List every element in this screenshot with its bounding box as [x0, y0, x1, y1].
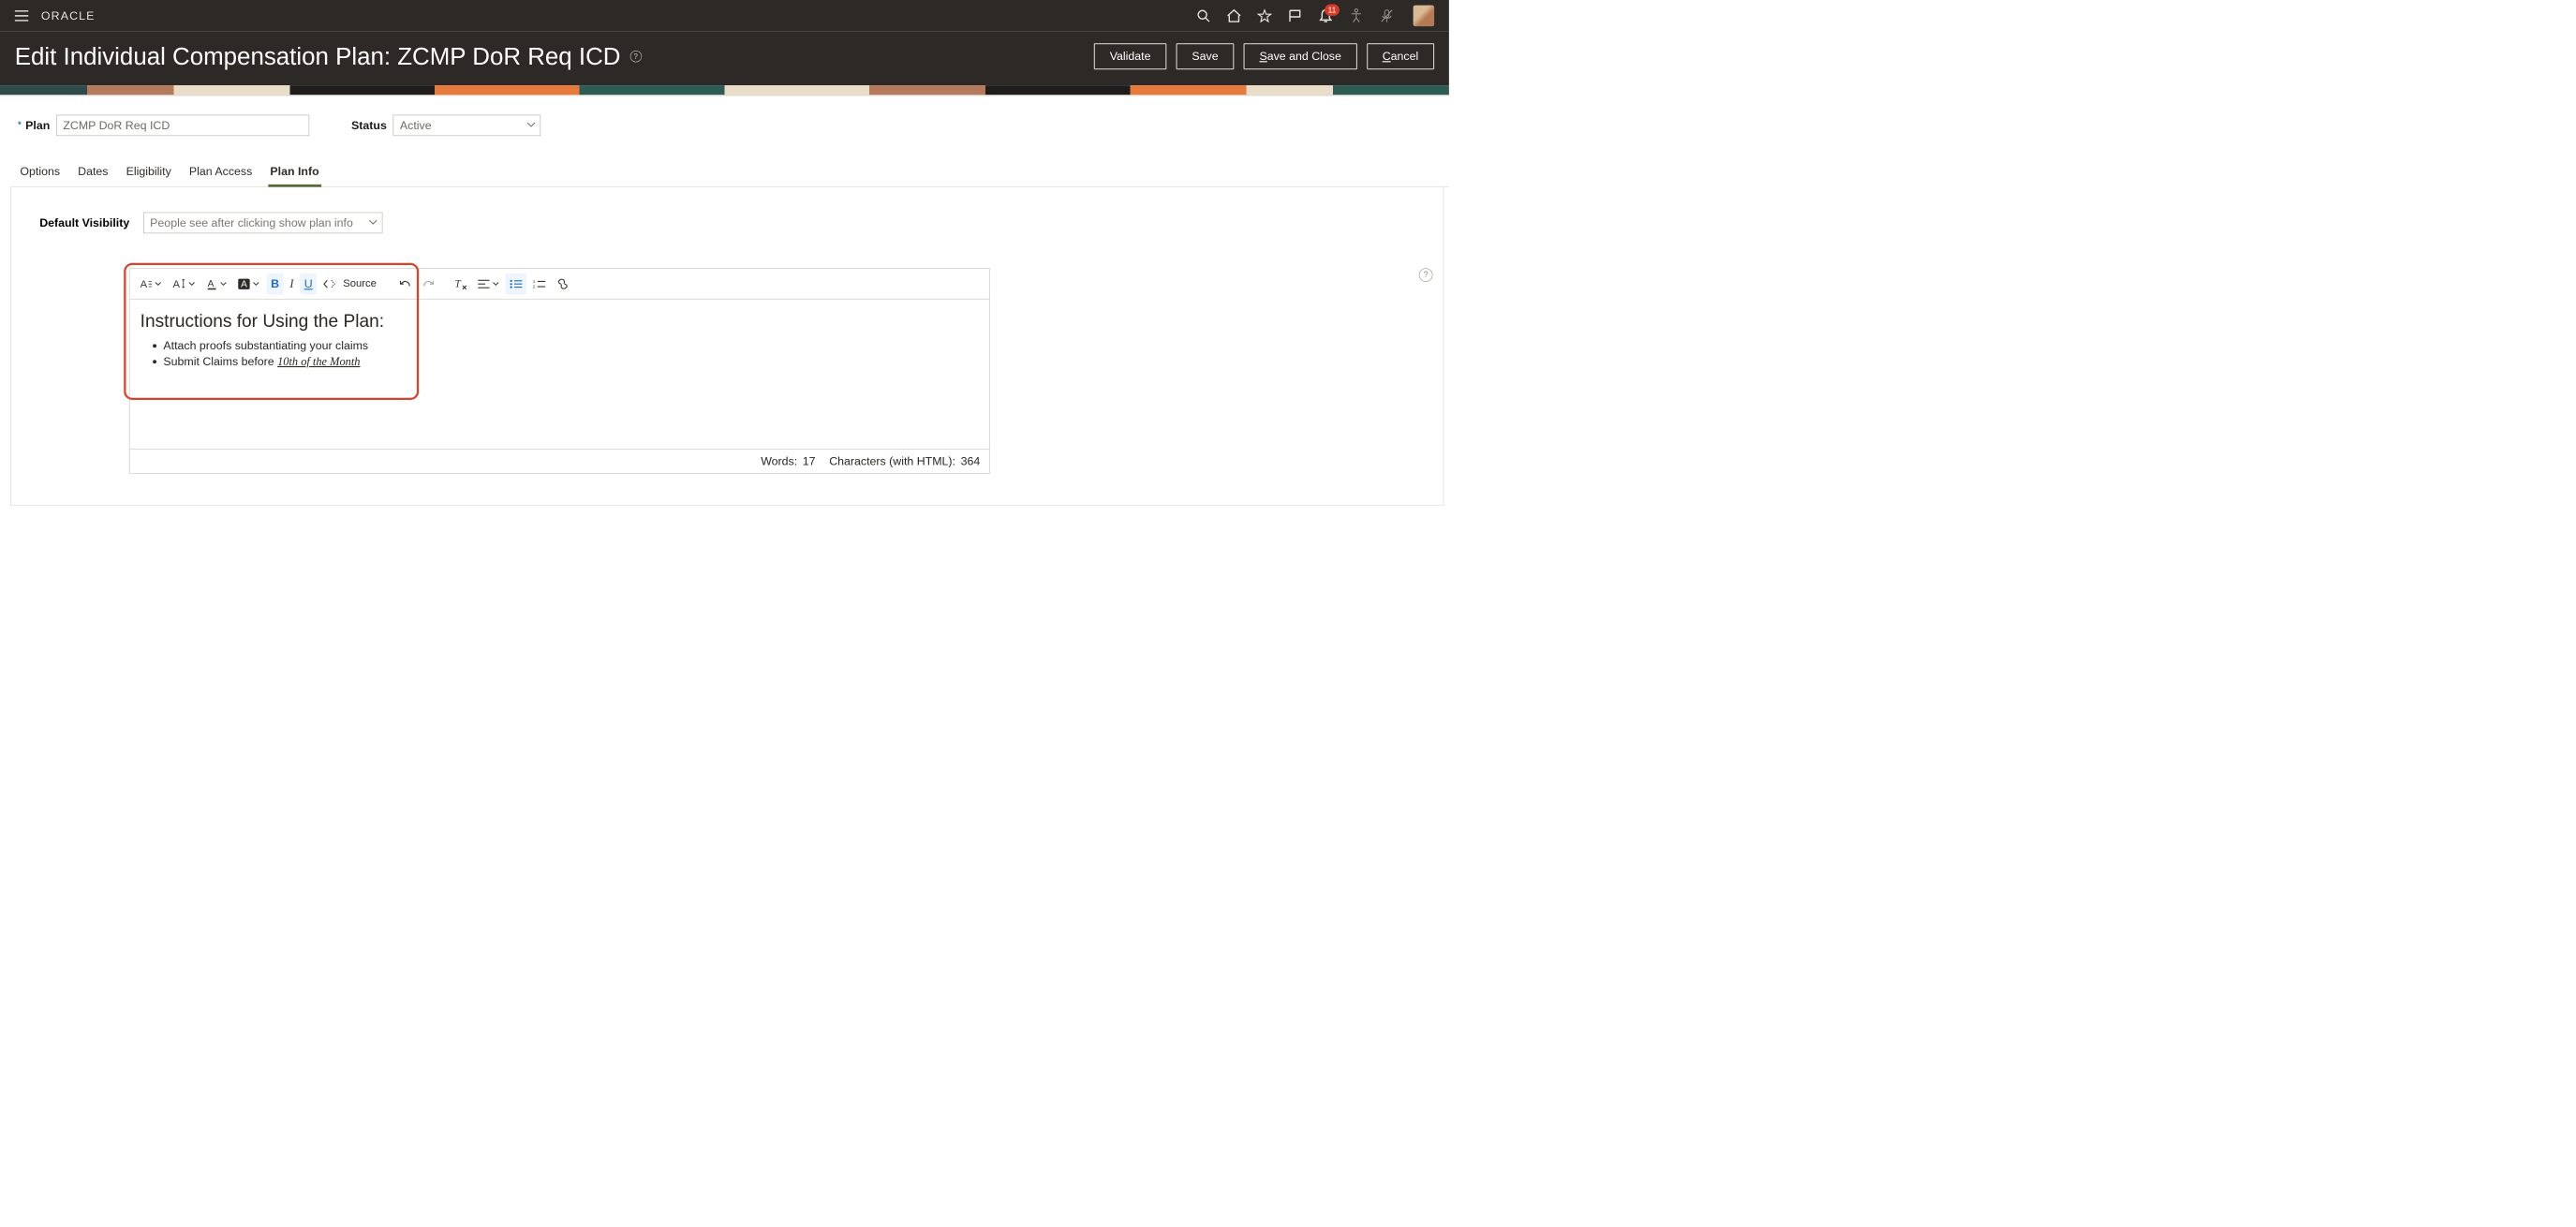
- editor-status-bar: Words: 17 Characters (with HTML): 364: [129, 449, 989, 473]
- save-and-close-button[interactable]: Save and Close: [1244, 43, 1357, 69]
- plan-input[interactable]: [56, 115, 309, 137]
- tab-options[interactable]: Options: [18, 160, 62, 186]
- chevron-down-icon: [493, 282, 499, 287]
- bold-button[interactable]: B: [267, 273, 284, 295]
- list-item: Submit Claims before 10th of the Month: [163, 355, 979, 369]
- app-header: ORACLE 11: [0, 0, 1449, 32]
- svg-text:T: T: [454, 278, 461, 289]
- avatar[interactable]: [1414, 6, 1435, 27]
- accessibility-icon[interactable]: [1348, 7, 1365, 24]
- plan-label: Plan: [25, 119, 50, 133]
- tab-plan-access[interactable]: Plan Access: [187, 160, 255, 186]
- editor-heading: Instructions for Using the Plan:: [141, 311, 980, 332]
- page-title-text: Edit Individual Compensation Plan: ZCMP …: [15, 42, 621, 70]
- main-content: * Plan Status Options Dates Eligibility …: [0, 96, 1449, 506]
- chevron-down-icon: [188, 282, 195, 287]
- mic-off-icon[interactable]: [1379, 7, 1396, 24]
- chevron-down-icon: [253, 282, 259, 287]
- page-title: Edit Individual Compensation Plan: ZCMP …: [15, 42, 642, 70]
- decorative-strip: [0, 85, 1449, 96]
- words-count: 17: [803, 454, 816, 468]
- chevron-down-icon: [155, 282, 161, 287]
- editor-toolbar: A A A A B I: [129, 269, 989, 300]
- editor-body[interactable]: Instructions for Using the Plan: Attach …: [129, 300, 989, 450]
- font-color-button[interactable]: A: [202, 273, 230, 295]
- clear-formatting-button[interactable]: T: [451, 273, 472, 295]
- underline-button[interactable]: U: [300, 273, 317, 295]
- words-label: Words:: [761, 454, 797, 468]
- tab-plan-info[interactable]: Plan Info: [268, 160, 321, 187]
- redo-button[interactable]: [418, 273, 439, 295]
- search-icon[interactable]: [1195, 7, 1212, 24]
- svg-text:2: 2: [532, 284, 535, 288]
- plan-field: * Plan: [18, 115, 309, 137]
- editor-list: Attach proofs substantiating your claims…: [141, 339, 980, 369]
- save-button[interactable]: Save: [1177, 43, 1235, 69]
- bullet-list-button[interactable]: [505, 273, 526, 295]
- default-visibility-select[interactable]: [143, 213, 382, 234]
- font-family-button[interactable]: A: [136, 273, 166, 295]
- numbered-list-button[interactable]: 12: [528, 273, 550, 295]
- list-item: Attach proofs substantiating your claims: [163, 339, 979, 353]
- help-icon[interactable]: ?: [1419, 268, 1433, 282]
- align-button[interactable]: [473, 273, 503, 295]
- undo-button[interactable]: [394, 273, 416, 295]
- bell-icon[interactable]: 11: [1317, 7, 1334, 24]
- chars-label: Characters (with HTML):: [829, 454, 955, 468]
- validate-button[interactable]: Validate: [1094, 43, 1167, 69]
- status-label: Status: [351, 119, 387, 133]
- source-label: Source: [342, 273, 380, 295]
- rich-text-editor: A A A A B I: [129, 268, 990, 473]
- status-field: Status: [351, 115, 540, 137]
- required-indicator: *: [18, 121, 22, 130]
- notification-badge: 11: [1325, 5, 1340, 16]
- flag-icon[interactable]: [1287, 7, 1304, 24]
- chars-count: 364: [961, 454, 981, 468]
- header-icons: 11: [1195, 6, 1434, 27]
- action-buttons: Validate Save Save and Close Cancel: [1094, 43, 1434, 69]
- hamburger-icon[interactable]: [15, 10, 29, 22]
- brand-logo: ORACLE: [41, 9, 96, 23]
- svg-text:A: A: [173, 279, 181, 289]
- title-row: Edit Individual Compensation Plan: ZCMP …: [0, 32, 1449, 85]
- plan-info-panel: Default Visibility ? A A: [10, 187, 1443, 506]
- home-icon[interactable]: [1225, 7, 1242, 24]
- help-icon[interactable]: ?: [630, 51, 642, 62]
- chevron-down-icon: [220, 282, 227, 287]
- status-select[interactable]: [393, 115, 541, 137]
- editor-container: A A A A B I: [129, 268, 990, 473]
- default-visibility-label: Default Visibility: [39, 216, 129, 230]
- star-icon[interactable]: [1256, 7, 1273, 24]
- default-visibility-field: Default Visibility: [39, 213, 1429, 234]
- link-button[interactable]: [552, 273, 574, 295]
- italic-button[interactable]: I: [286, 273, 298, 295]
- tab-eligibility[interactable]: Eligibility: [124, 160, 173, 186]
- font-size-button[interactable]: A: [169, 273, 200, 295]
- source-button[interactable]: [318, 273, 340, 295]
- form-row: * Plan Status: [10, 115, 1449, 137]
- tabs: Options Dates Eligibility Plan Access Pl…: [10, 160, 1449, 187]
- svg-text:1: 1: [532, 279, 535, 284]
- svg-text:A: A: [141, 279, 148, 289]
- cancel-button[interactable]: Cancel: [1367, 43, 1434, 69]
- tab-dates[interactable]: Dates: [76, 160, 111, 186]
- svg-text:A: A: [208, 279, 215, 289]
- highlight-color-button[interactable]: A: [234, 273, 264, 295]
